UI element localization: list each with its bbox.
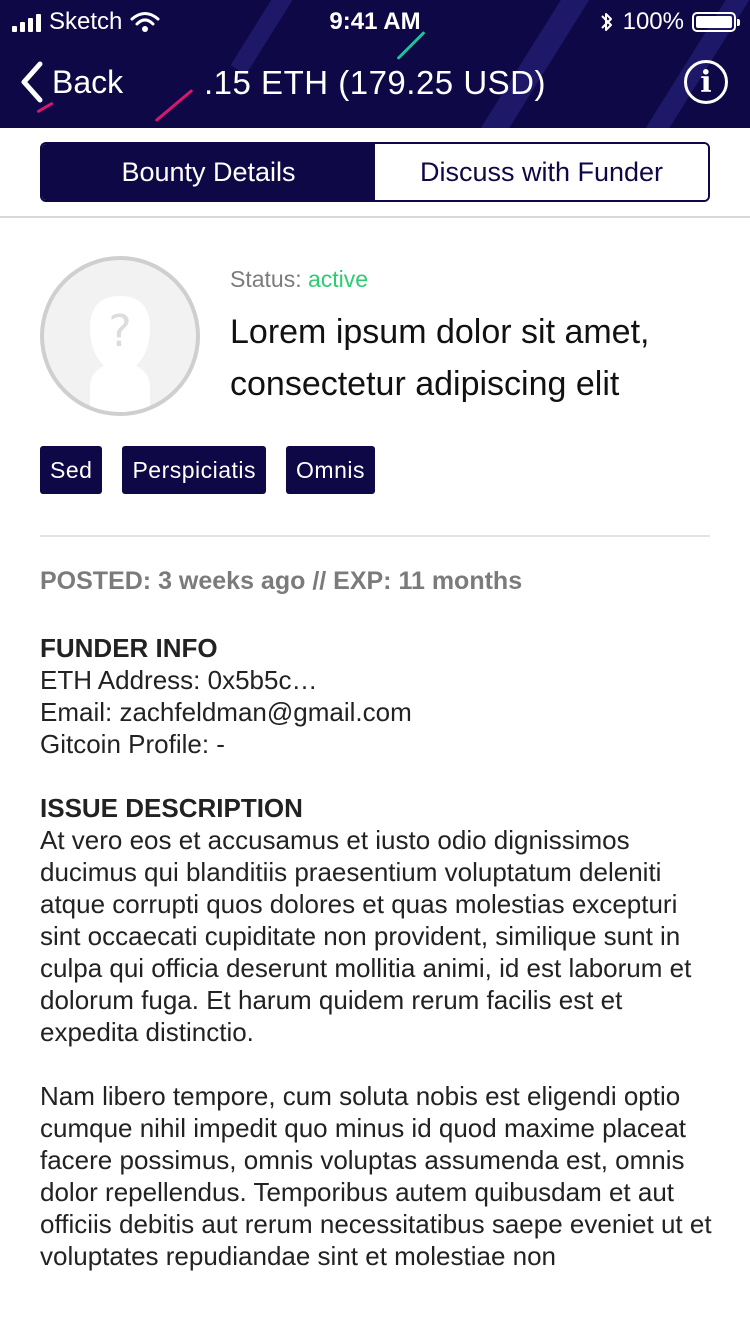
tag[interactable]: Sed [40,446,103,494]
issue-description-section: ISSUE DESCRIPTION At vero eos et accusam… [40,792,720,1272]
funder-info-section: FUNDER INFO ETH Address: 0x5b5c… Email: … [40,632,720,760]
avatar: ? [40,256,200,416]
info-icon: i [700,64,712,100]
divider [40,535,710,537]
description-paragraph: Nam libero tempore, cum soluta nobis est… [40,1081,712,1271]
status-right: 100% [599,8,740,36]
segmented-control: Bounty Details Discuss with Funder [40,142,710,202]
page-title: .15 ETH (179.25 USD) [204,64,546,101]
bounty-title: Lorem ipsum dolor sit amet, consectetur … [230,313,650,403]
issue-description-heading: ISSUE DESCRIPTION [40,793,303,823]
posted-expiry: POSTED: 3 weeks ago // EXP: 11 months [40,567,523,595]
navigation-bar: Back .15 ETH (179.25 USD) i [0,52,750,116]
eth-address: ETH Address: 0x5b5c… [40,665,318,695]
battery-percent: 100% [622,8,684,35]
battery-icon [692,12,740,32]
tab-bounty-details[interactable]: Bounty Details [42,144,375,200]
funder-email: Email: zachfeldman@gmail.com [40,697,412,727]
app-header: Sketch 9:41 AM 100% Back .15 ETH (179.25… [0,0,750,128]
unknown-user-icon: ? [90,296,150,412]
tag[interactable]: Perspiciatis [122,446,267,494]
divider [0,216,750,218]
svg-text:?: ? [108,306,131,357]
description-paragraph: At vero eos et accusamus et iusto odio d… [40,825,692,1047]
gitcoin-profile: Gitcoin Profile: - [40,729,225,759]
funder-info-heading: FUNDER INFO [40,633,218,663]
bounty-status: Status: active [230,266,368,293]
status-bar: Sketch 9:41 AM 100% [0,0,750,40]
info-button[interactable]: i [684,60,728,104]
status-label: Status: [230,266,302,292]
bluetooth-icon [600,13,612,31]
tag[interactable]: Omnis [286,446,375,494]
status-badge: active [308,266,369,292]
tab-discuss-with-funder[interactable]: Discuss with Funder [375,144,708,200]
tag-list: Sed Perspiciatis Omnis [40,446,375,494]
